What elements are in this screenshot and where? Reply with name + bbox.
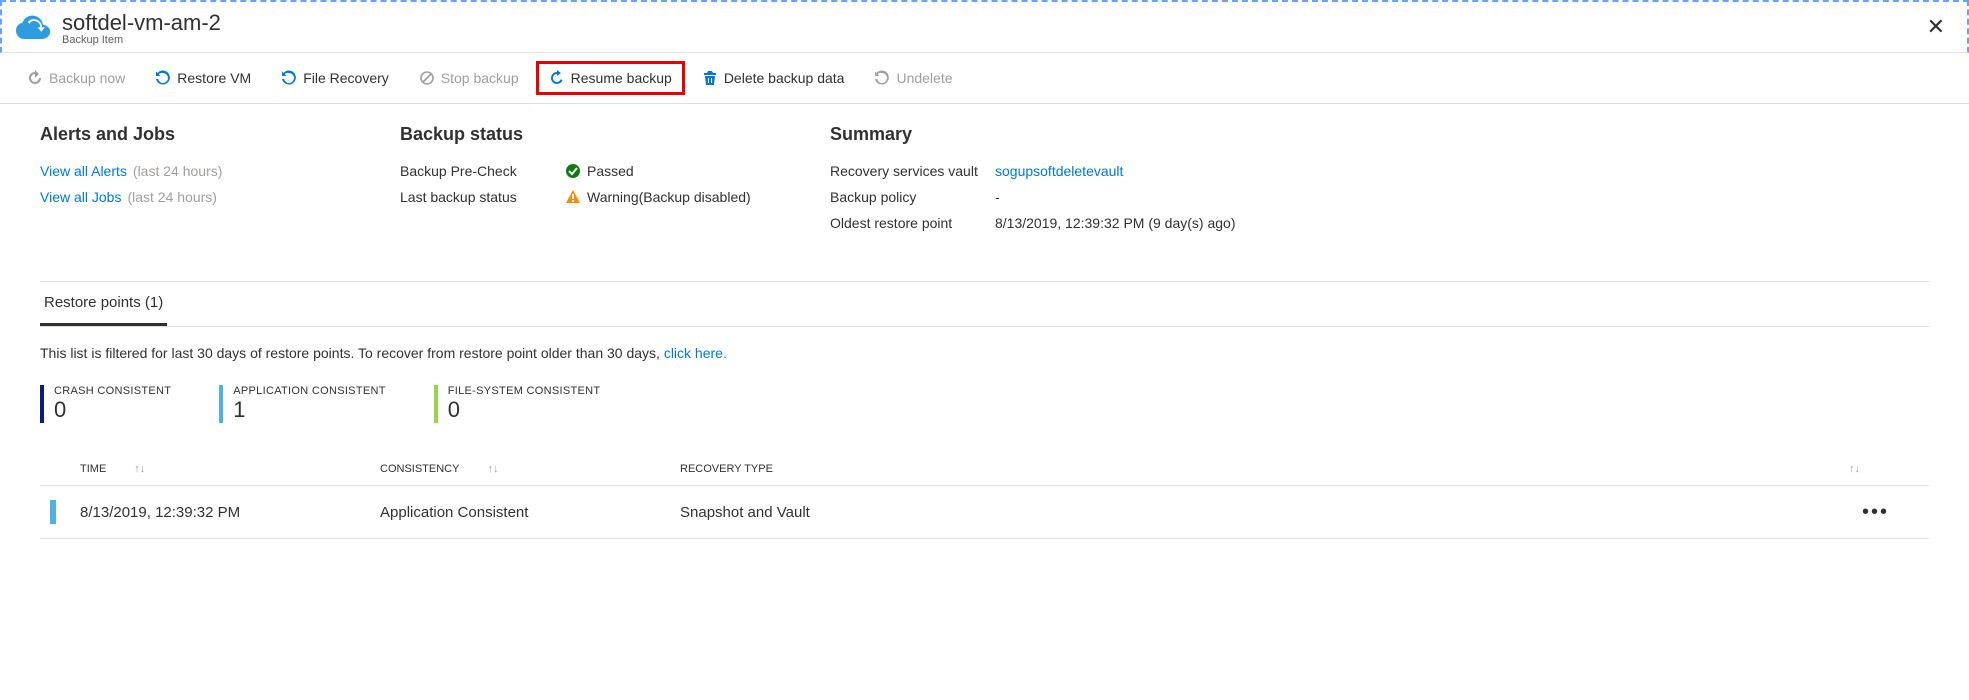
page-subtitle: Backup Item (62, 34, 1919, 46)
delete-backup-label: Delete backup data (724, 70, 845, 86)
restore-vm-button[interactable]: Restore VM (142, 61, 264, 95)
page-title: softdel-vm-am-2 (62, 10, 1919, 36)
delete-backup-button[interactable]: Delete backup data (689, 61, 858, 95)
row-marker-icon (50, 500, 56, 524)
close-icon[interactable]: ✕ (1919, 10, 1953, 44)
row-actions-button[interactable]: ••• (1849, 501, 1889, 524)
cell-time: 8/13/2019, 12:39:32 PM (80, 504, 380, 521)
stat-crash-consistent: CRASH CONSISTENT 0 (40, 385, 171, 423)
trash-icon (702, 70, 718, 86)
resume-backup-label: Resume backup (571, 70, 672, 86)
table-row[interactable]: 8/13/2019, 12:39:32 PM Application Consi… (40, 486, 1929, 539)
cloud-restore-icon (16, 12, 52, 48)
backup-now-label: Backup now (49, 70, 125, 86)
vault-label: Recovery services vault (830, 163, 995, 179)
stop-backup-icon (419, 70, 435, 86)
backup-now-button: Backup now (14, 61, 138, 95)
last-backup-label: Last backup status (400, 189, 565, 205)
col-time[interactable]: TIME↑↓ (80, 463, 380, 475)
col-consistency[interactable]: CONSISTENCY↑↓ (380, 463, 680, 475)
undelete-label: Undelete (896, 70, 952, 86)
col-recovery-type[interactable]: RECOVERY TYPE (680, 463, 1849, 475)
view-all-jobs-link[interactable]: View all Jobs (40, 189, 121, 205)
vault-link[interactable]: sogupsoftdeletevault (995, 163, 1123, 179)
success-icon (565, 163, 581, 179)
stop-backup-label: Stop backup (441, 70, 519, 86)
precheck-value: Passed (587, 163, 634, 179)
restore-vm-icon (155, 70, 171, 86)
summary-heading: Summary (830, 124, 1235, 145)
jobs-range: (last 24 hours) (127, 189, 216, 205)
filter-note: This list is filtered for last 30 days o… (40, 345, 1929, 361)
policy-label: Backup policy (830, 189, 995, 205)
resume-backup-button[interactable]: Resume backup (536, 61, 685, 95)
oldest-label: Oldest restore point (830, 215, 995, 231)
policy-value: - (995, 189, 1000, 205)
backup-now-icon (27, 70, 43, 86)
restore-vm-label: Restore VM (177, 70, 251, 86)
alerts-heading: Alerts and Jobs (40, 124, 340, 145)
sort-icon: ↑↓ (1849, 463, 1860, 475)
resume-backup-icon (549, 70, 565, 86)
stat-application-consistent: APPLICATION CONSISTENT 1 (219, 385, 385, 423)
undelete-icon (874, 70, 890, 86)
backup-status-heading: Backup status (400, 124, 770, 145)
stat-filesystem-consistent: FILE-SYSTEM CONSISTENT 0 (434, 385, 601, 423)
stop-backup-button: Stop backup (406, 61, 532, 95)
file-recovery-icon (281, 70, 297, 86)
sort-icon: ↑↓ (134, 463, 145, 475)
cell-consistency: Application Consistent (380, 504, 680, 521)
last-backup-value: Warning(Backup disabled) (587, 189, 751, 205)
warning-icon (565, 189, 581, 205)
file-recovery-label: File Recovery (303, 70, 389, 86)
oldest-value: 8/13/2019, 12:39:32 PM (9 day(s) ago) (995, 215, 1235, 231)
tab-restore-points[interactable]: Restore points (1) (40, 282, 167, 326)
cell-recovery: Snapshot and Vault (680, 504, 1849, 521)
view-all-alerts-link[interactable]: View all Alerts (40, 163, 127, 179)
file-recovery-button[interactable]: File Recovery (268, 61, 402, 95)
precheck-label: Backup Pre-Check (400, 163, 565, 179)
click-here-link[interactable]: click here. (664, 345, 727, 361)
alerts-range: (last 24 hours) (133, 163, 222, 179)
undelete-button: Undelete (861, 61, 965, 95)
sort-icon: ↑↓ (487, 463, 498, 475)
